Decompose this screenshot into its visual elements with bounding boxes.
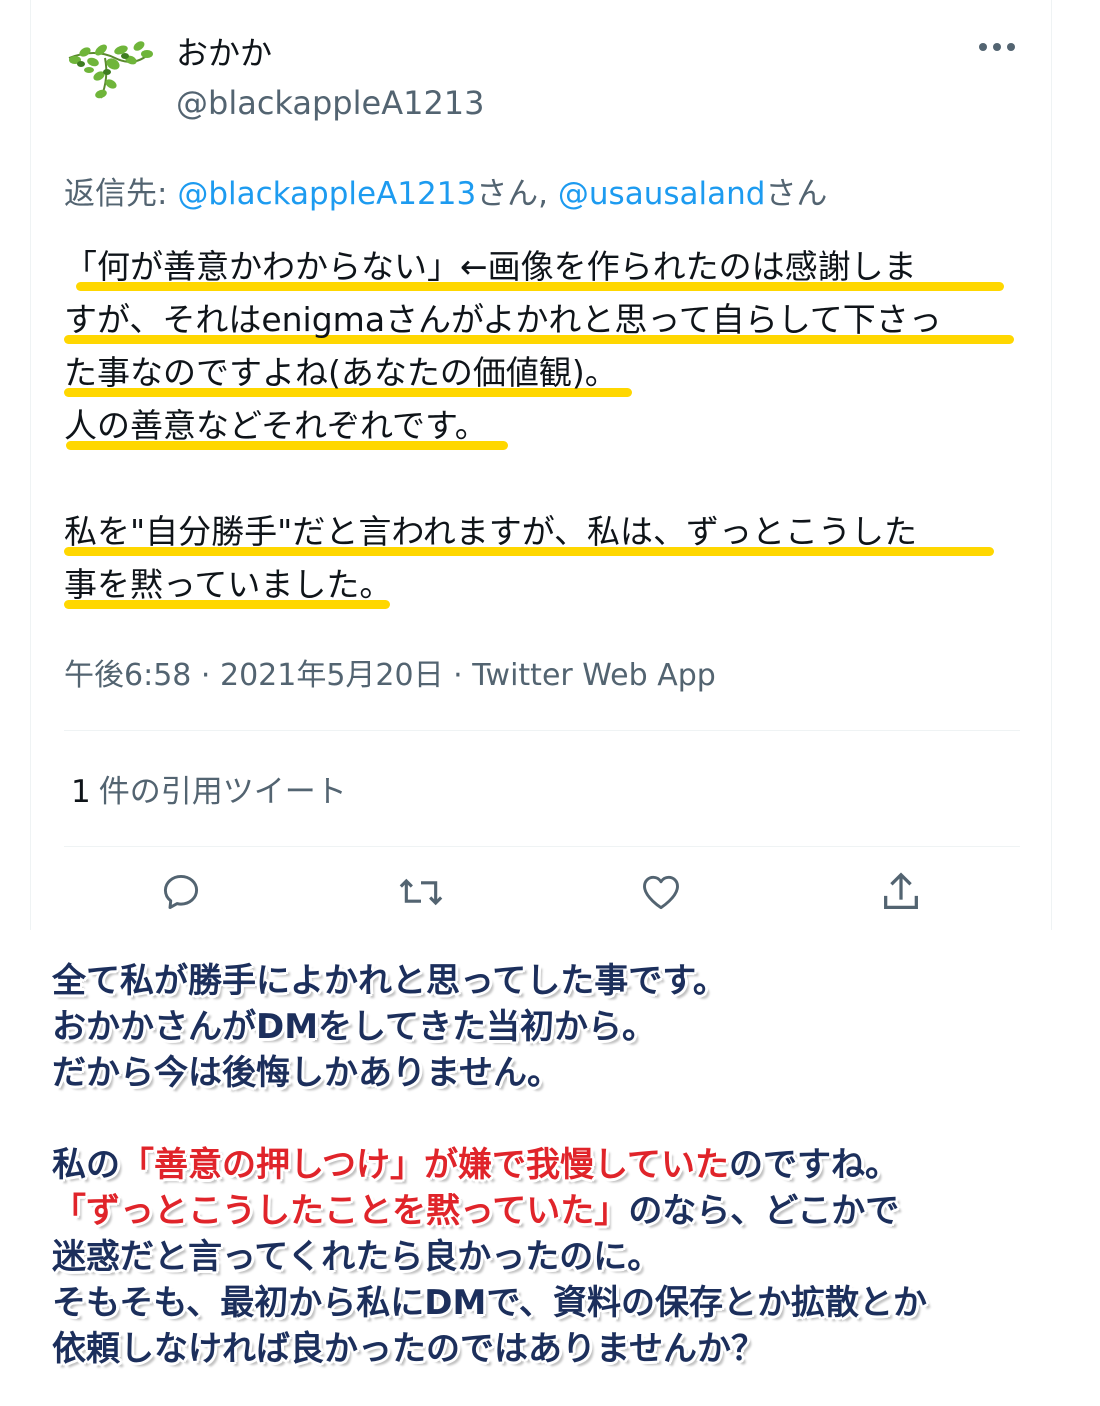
commentary-line: 「ずっとこうしたことを黙っていた」のなら、どこかで [52,1188,1062,1234]
commentary-text-segment: 私の [52,1145,120,1185]
share-button[interactable] [873,864,929,920]
tweet-line-text: すが、それはenigmaさんがよかれと思って自らして下さっ [64,300,942,339]
avatar[interactable] [65,28,155,108]
reply-mention-blackapple[interactable]: @blackappleA1213 [177,176,476,212]
commentary-quote-red: 「善意の押しつけ」が嫌で我慢していた [120,1145,729,1185]
tweet-line-text: た事なのですよね(あなたの価値観)。 [64,353,618,392]
reply-suffix: さん [765,176,828,212]
commentary-text-segment: のなら、どこかで [628,1191,900,1231]
tweet-card: おかか @blackappleA1213 返信先: @blackappleA12… [30,0,1052,930]
reply-button[interactable] [153,864,209,920]
tweet-line-text: 「何が善意かわからない」←画像を作られたのは感謝しま [64,247,917,286]
reply-mention-usausaland[interactable]: @usausaland [558,176,766,212]
commentary-line: 依頼しなければ良かったのではありませんか？ [52,1329,765,1369]
display-name[interactable]: おかか [176,28,272,74]
tweet-timestamp[interactable]: 午後6:58 · 2021年5月20日 · Twitter Web App [64,650,716,694]
tweet-line: 人の善意などそれぞれです。 [64,399,1044,452]
commentary-line: そもそも、最初から私にDMで、資料の保存とか拡散とか [52,1283,927,1323]
user-handle[interactable]: @blackappleA1213 [176,84,485,122]
commentary-line: 全て私が勝手によかれと思ってした事です。 [52,961,727,1001]
tweet-line: た事なのですよね(あなたの価値観)。 [64,346,1044,399]
commentary-text-segment: のですね。 [728,1145,899,1185]
reply-icon [163,874,199,910]
share-icon [884,872,918,909]
quote-count: 1 [71,774,91,810]
commentary-quote-red: 「ずっとこうしたことを黙っていた」 [52,1191,629,1231]
reply-prefix: 返信先: [64,176,178,212]
reply-context: 返信先: @blackappleA1213さん, @usausalandさん [64,168,827,213]
tweet-line-text: 私を"自分勝手"だと言われますが、私は、ずっとこうした [64,512,918,551]
divider [64,846,1020,847]
heart-icon [643,875,679,910]
like-button[interactable] [633,864,689,920]
quote-label: 件の引用ツイート [98,774,347,810]
quote-tweets-link[interactable]: 1 件の引用ツイート [71,766,347,811]
tweet-line-text: 事を黙っていました。 [64,565,393,604]
reply-suffix: さん, [476,176,558,212]
tweet-line: 「何が善意かわからない」←画像を作られたのは感謝しま [64,240,1044,293]
leaf-vine-icon [68,41,153,99]
commentary-gap [52,1096,1062,1142]
commentary-line: だから今は後悔しかありません。 [52,1053,561,1093]
more-options-button[interactable] [977,22,1017,62]
divider [64,730,1020,731]
tweet-line: 事を黙っていました。 [64,558,1044,611]
commentary-line: おかかさんがDMをしてきた当初から。 [52,1007,657,1047]
tweet-text: 「何が善意かわからない」←画像を作られたのは感謝しま すが、それはenigmaさ… [64,240,1044,611]
retweet-icon [399,878,443,906]
tweet-line: 私を"自分勝手"だと言われますが、私は、ずっとこうした [64,505,1044,558]
commentary-text: 全て私が勝手によかれと思ってした事です。 おかかさんがDMをしてきた当初から。 … [52,958,1062,1372]
commentary-line: 迷惑だと言ってくれたら良かったのに。 [52,1237,662,1277]
tweet-line-text: 人の善意などそれぞれです。 [64,406,488,445]
tweet-line: すが、それはenigmaさんがよかれと思って自らして下さっ [64,293,1044,346]
commentary-line: 私の「善意の押しつけ」が嫌で我慢していたのですね。 [52,1142,1062,1188]
more-horizontal-icon [979,43,1015,51]
retweet-button[interactable] [393,864,449,920]
